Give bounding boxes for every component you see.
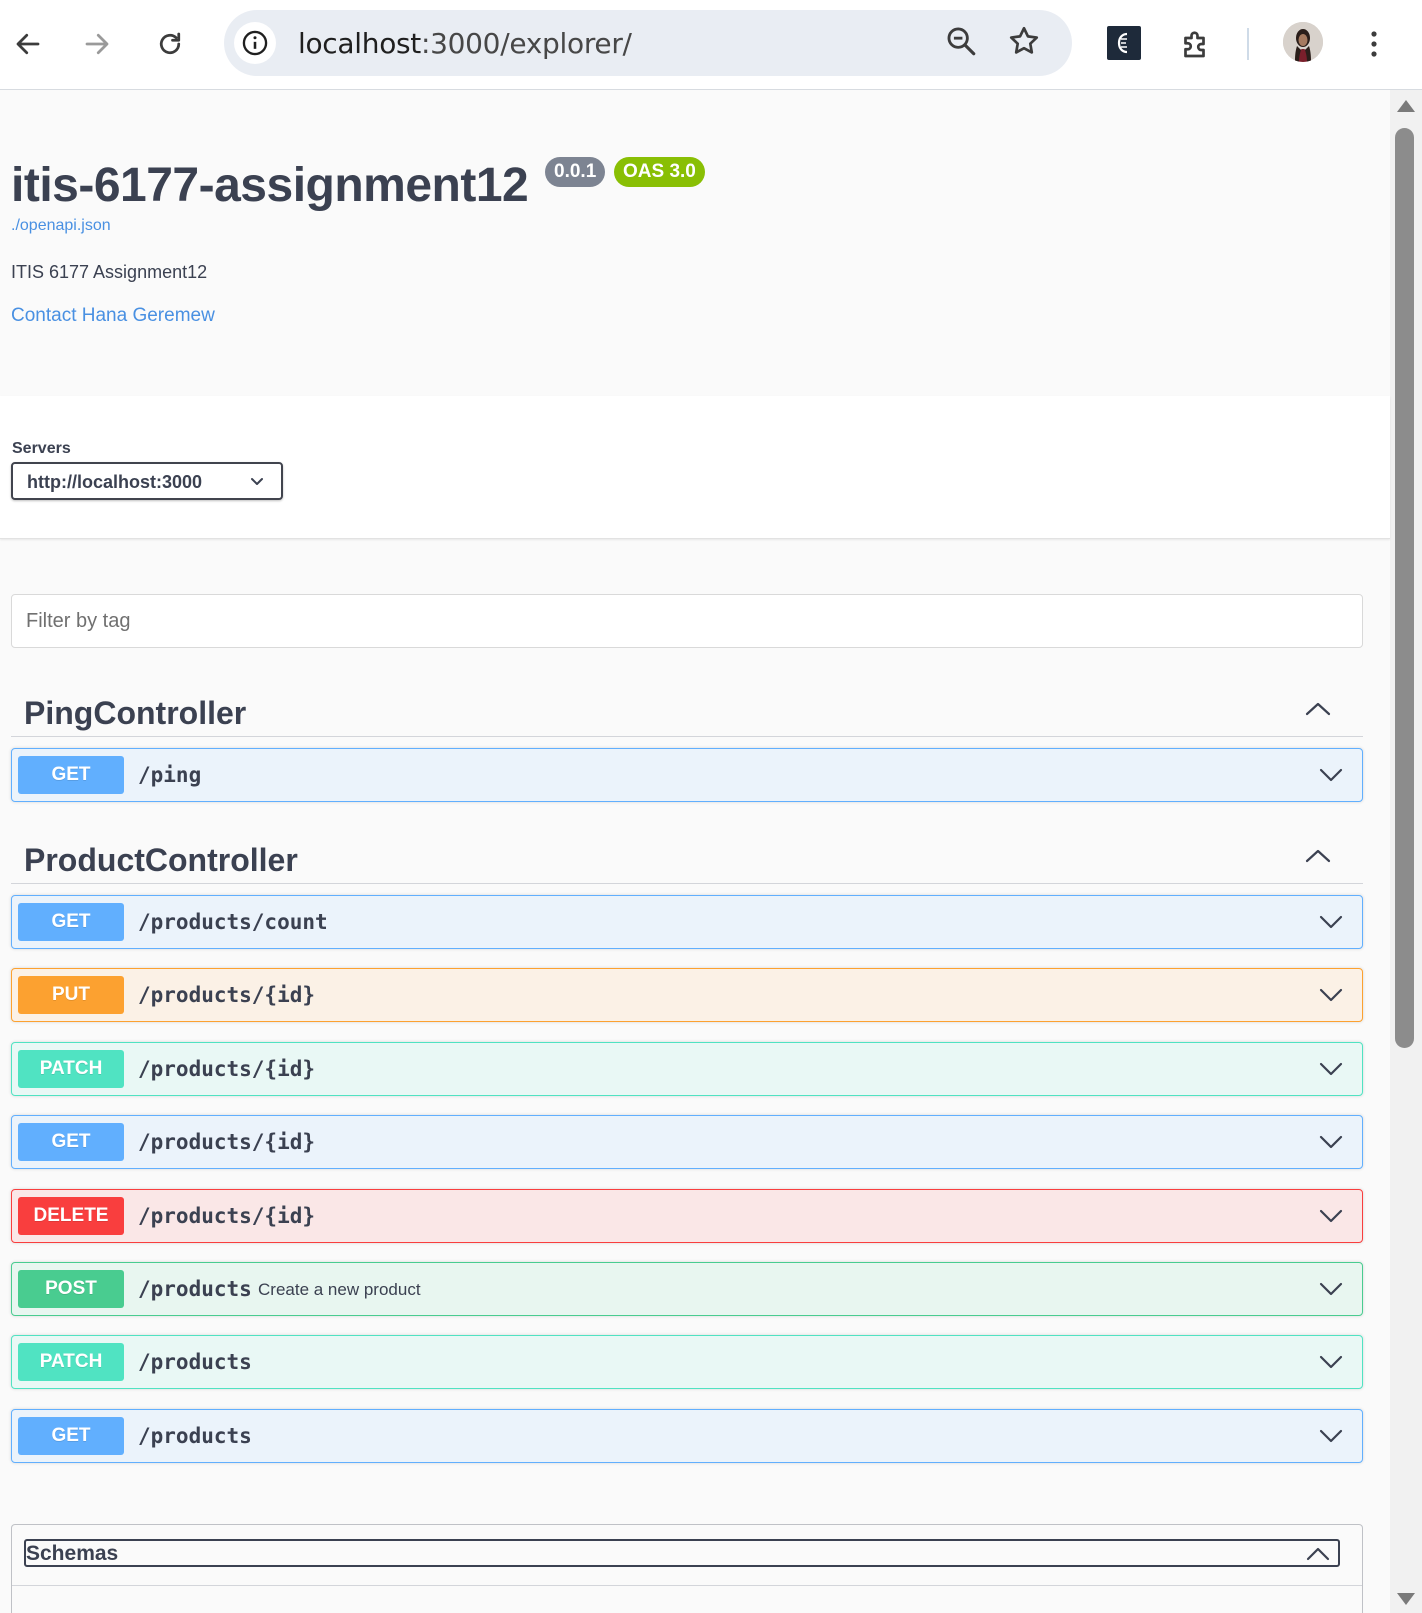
method-badge: POST — [18, 1270, 124, 1308]
extension-icon — [1117, 32, 1128, 54]
address-bar[interactable]: localhost:3000/explorer/ — [224, 10, 1072, 76]
arrow-left-icon — [16, 33, 40, 55]
operation-path: /products — [138, 1424, 252, 1448]
operation-get-ping[interactable]: GET /ping — [11, 748, 1363, 802]
divider — [12, 1585, 1362, 1586]
scroll-up-arrow[interactable] — [1397, 100, 1415, 112]
method-badge: PATCH — [18, 1050, 124, 1088]
operation-post-products[interactable]: POST /products Create a new product — [11, 1262, 1363, 1316]
operation-get-products-count[interactable]: GET /products/count — [11, 895, 1363, 949]
reload-button[interactable] — [148, 22, 192, 66]
schemas-section: Schemas — [11, 1524, 1363, 1613]
contact-link[interactable]: Contact Hana Geremew — [11, 305, 215, 327]
reload-icon — [159, 32, 181, 55]
oas-badge: OAS 3.0 — [614, 157, 705, 187]
url-path: :3000/explorer/ — [421, 27, 632, 60]
chevron-down-icon — [251, 478, 263, 485]
avatar[interactable] — [1283, 22, 1323, 62]
operation-path: /products/{id} — [138, 1130, 316, 1154]
operation-path: /products/{id} — [138, 983, 316, 1007]
method-badge: GET — [18, 1123, 124, 1161]
operation-delete-product-by-id[interactable]: DELETE /products/{id} — [11, 1189, 1363, 1243]
scroll-down-arrow[interactable] — [1397, 1593, 1415, 1605]
chevron-up-icon — [1306, 1547, 1330, 1561]
puzzle-icon — [1184, 31, 1205, 58]
toolbar-separator — [1247, 28, 1249, 60]
chevron-down-icon[interactable] — [1318, 982, 1344, 1008]
chevron-down-icon[interactable] — [1318, 1423, 1344, 1449]
page-title: itis-6177-assignment12 — [11, 159, 529, 212]
url-host: localhost — [298, 27, 421, 60]
version-badge: 0.0.1 — [545, 157, 606, 187]
chevron-down-icon[interactable] — [1318, 909, 1344, 935]
chevron-down-icon[interactable] — [1318, 1056, 1344, 1082]
chevron-down-icon[interactable] — [1318, 762, 1344, 788]
browser-toolbar: localhost:3000/explorer/ — [0, 0, 1422, 90]
extension-button[interactable] — [1107, 26, 1141, 60]
star-icon — [1009, 26, 1039, 54]
tag-title: ProductController — [24, 842, 298, 878]
method-badge: DELETE — [18, 1197, 124, 1235]
servers-select[interactable]: http://localhost:3000 — [11, 462, 283, 500]
operation-path: /products/count — [138, 910, 328, 934]
zoom-button[interactable] — [944, 24, 978, 63]
chevron-up-icon[interactable] — [1305, 699, 1331, 719]
method-badge: GET — [18, 903, 124, 941]
browser-menu-button[interactable] — [1362, 24, 1386, 64]
scroll-thumb[interactable] — [1395, 128, 1414, 1048]
operation-patch-product-by-id[interactable]: PATCH /products/{id} — [11, 1042, 1363, 1096]
tag-title: PingController — [24, 695, 247, 731]
forward-button[interactable] — [75, 22, 119, 66]
operation-path: /products — [138, 1350, 252, 1374]
chevron-up-icon[interactable] — [1305, 846, 1331, 866]
chevron-down-icon[interactable] — [1318, 1129, 1344, 1155]
zoom-out-icon — [947, 27, 976, 56]
tag-productcontroller[interactable]: ProductController — [11, 830, 1363, 884]
method-badge: GET — [18, 1417, 124, 1455]
extensions-menu-button[interactable] — [1178, 26, 1212, 60]
servers-section: Servers http://localhost:3000 — [0, 396, 1390, 539]
arrow-right-icon — [85, 33, 109, 55]
info-icon — [242, 30, 268, 56]
schemas-title: Schemas — [26, 1542, 119, 1565]
url-text[interactable]: localhost:3000/explorer/ — [298, 27, 632, 60]
method-badge: PUT — [18, 976, 124, 1014]
page-scrollbar[interactable] — [1390, 90, 1422, 1613]
operation-path: /products/{id} — [138, 1204, 316, 1228]
openapi-spec-link[interactable]: ./openapi.json — [11, 217, 111, 235]
method-badge: GET — [18, 756, 124, 794]
operation-summary: Create a new product — [258, 1280, 421, 1299]
operation-put-product-by-id[interactable]: PUT /products/{id} — [11, 968, 1363, 1022]
operation-patch-products[interactable]: PATCH /products — [11, 1335, 1363, 1389]
api-description: ITIS 6177 Assignment12 — [11, 262, 208, 282]
operation-path: /products — [138, 1277, 252, 1301]
bookmark-button[interactable] — [1006, 23, 1042, 64]
chevron-down-icon[interactable] — [1318, 1276, 1344, 1302]
schemas-toggle-button[interactable]: Schemas — [24, 1539, 1340, 1567]
chevron-down-icon[interactable] — [1318, 1349, 1344, 1375]
kebab-menu-icon — [1371, 31, 1377, 57]
operation-get-product-by-id[interactable]: GET /products/{id} — [11, 1115, 1363, 1169]
back-button[interactable] — [6, 22, 50, 66]
filter-by-tag-input[interactable] — [11, 594, 1363, 648]
tag-pingcontroller[interactable]: PingController — [11, 683, 1363, 737]
chevron-down-icon[interactable] — [1318, 1203, 1344, 1229]
operation-get-products[interactable]: GET /products — [11, 1409, 1363, 1463]
operation-path: /ping — [138, 763, 202, 787]
servers-label: Servers — [12, 440, 71, 457]
method-badge: PATCH — [18, 1343, 124, 1381]
profile-picture — [1283, 22, 1323, 62]
site-info-button[interactable] — [234, 22, 276, 64]
servers-selected-value: http://localhost:3000 — [27, 472, 203, 492]
api-info: itis-6177-assignment12 0.0.1 OAS 3.0 ./o… — [0, 90, 1390, 396]
operation-path: /products/{id} — [138, 1057, 316, 1081]
